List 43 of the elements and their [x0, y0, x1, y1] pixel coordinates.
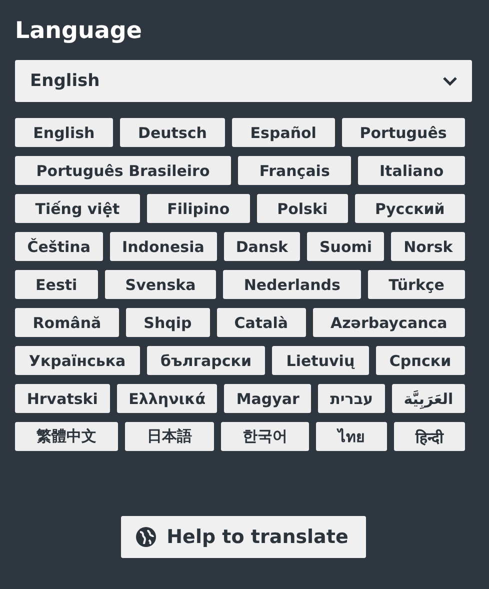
help-translate-button[interactable]: Help to translate — [120, 516, 366, 558]
language-button[interactable]: العَرَبِيَّة — [392, 384, 465, 413]
language-button[interactable]: Italiano — [358, 156, 465, 185]
language-button[interactable]: Azərbaycanca — [312, 308, 466, 337]
language-button[interactable]: English — [15, 118, 113, 147]
language-button[interactable]: 日本語 — [125, 422, 214, 451]
language-button[interactable]: Nederlands — [223, 270, 362, 299]
language-button[interactable]: Dansk — [224, 232, 300, 261]
globe-icon — [134, 526, 157, 548]
language-button[interactable]: Português — [342, 118, 465, 147]
language-button[interactable]: Indonesia — [110, 232, 217, 261]
language-button[interactable]: Српски — [376, 346, 466, 375]
language-button[interactable]: हिन्दी — [394, 422, 466, 451]
language-button[interactable]: ไทย — [316, 422, 387, 451]
language-button[interactable]: Shqip — [126, 308, 210, 337]
language-button[interactable]: Català — [216, 308, 306, 337]
language-button[interactable]: 한국어 — [220, 422, 310, 451]
language-button[interactable]: Türkçe — [368, 270, 466, 299]
language-button[interactable]: Eesti — [15, 270, 98, 299]
language-button[interactable]: Ελληνικά — [116, 384, 218, 413]
language-button[interactable]: Русский — [354, 194, 466, 223]
language-button[interactable]: Čeština — [15, 232, 103, 261]
language-button[interactable]: 繁體中文 — [15, 422, 118, 451]
language-button[interactable]: Magyar — [224, 384, 312, 413]
language-select[interactable]: English — [15, 60, 472, 102]
language-button[interactable]: Español — [232, 118, 335, 147]
language-button[interactable]: Hrvatski — [15, 384, 110, 413]
chevron-down-icon — [442, 76, 458, 86]
language-button[interactable]: Português Brasileiro — [15, 156, 232, 185]
language-button[interactable]: Lietuvių — [272, 346, 369, 375]
language-button[interactable]: Română — [15, 308, 119, 337]
language-button[interactable]: Norsk — [391, 232, 465, 261]
language-button[interactable]: Français — [238, 156, 352, 185]
language-button[interactable]: Polski — [256, 194, 348, 223]
language-button[interactable]: Svenska — [104, 270, 216, 299]
language-button[interactable]: български — [146, 346, 266, 375]
language-button[interactable]: Deutsch — [120, 118, 226, 147]
language-button[interactable]: Suomi — [307, 232, 384, 261]
language-button[interactable]: Filipino — [146, 194, 250, 223]
language-button[interactable]: Українська — [15, 346, 140, 375]
language-button[interactable]: Tiếng việt — [15, 194, 140, 223]
language-button[interactable]: עברית — [318, 384, 385, 413]
section-title: Language — [15, 17, 143, 46]
